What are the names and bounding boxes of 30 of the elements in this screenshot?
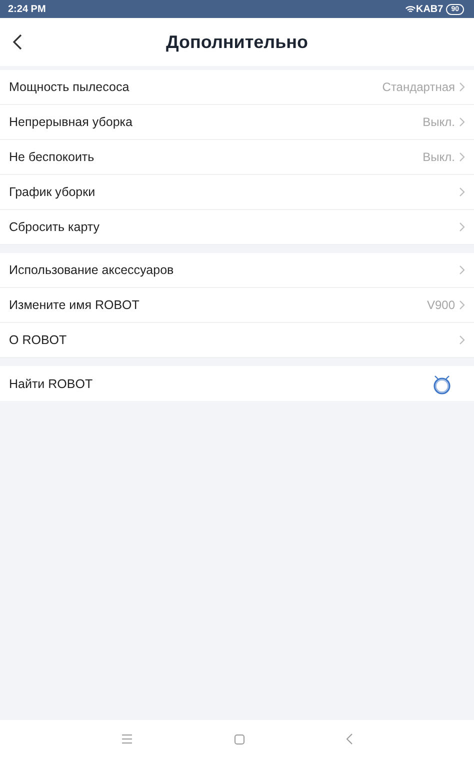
chevron-icon	[459, 187, 465, 197]
row-value: V900	[426, 298, 455, 312]
robot-icon	[431, 372, 453, 394]
wifi-icon	[404, 4, 416, 14]
row-label: Не беспокоить	[9, 150, 96, 164]
row-label: Измените имя ROBOT	[9, 298, 140, 312]
chevron-icon	[459, 82, 465, 92]
back-icon	[12, 34, 24, 50]
row-label: О ROBOT	[9, 333, 68, 347]
chevron-icon	[459, 265, 465, 275]
row-value: Выкл.	[422, 115, 455, 129]
chevron-icon	[459, 222, 465, 232]
row-label: Найти ROBOT	[9, 376, 94, 390]
carrier: KAB7	[416, 4, 444, 14]
chevron-icon	[459, 335, 465, 345]
chevron-icon	[459, 117, 465, 127]
time: 2:24 PM	[8, 4, 46, 14]
row-label: График уборки	[9, 185, 96, 199]
chevron-icon	[459, 152, 465, 162]
row-value: Выкл.	[422, 150, 455, 164]
row-label: Мощность пылесоса	[9, 80, 130, 94]
home-icon[interactable]	[234, 734, 245, 744]
row-label: Использование аксессуаров	[9, 263, 175, 277]
page-title: Дополнительно	[166, 32, 308, 52]
back-icon[interactable]	[346, 733, 354, 745]
row-value: Стандартная	[382, 80, 455, 94]
row-label: Непрерывная уборка	[9, 115, 134, 129]
row-label: Сбросить карту	[9, 220, 101, 234]
menu-icon[interactable]	[120, 734, 133, 744]
chevron-icon	[459, 300, 465, 310]
